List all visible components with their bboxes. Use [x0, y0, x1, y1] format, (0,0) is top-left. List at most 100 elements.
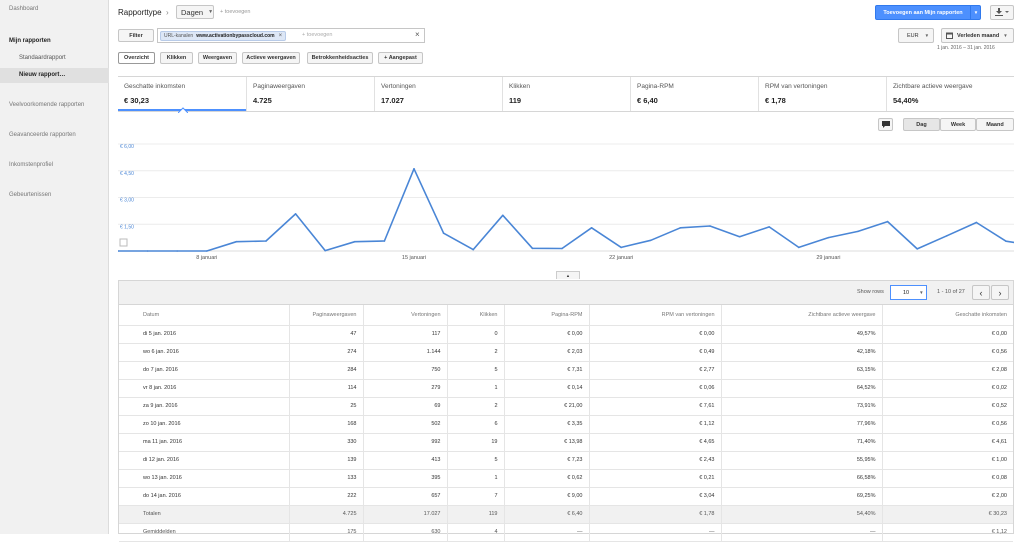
filter-button[interactable]: Filter	[118, 29, 154, 42]
data-point[interactable]	[206, 250, 208, 252]
tab-active-views[interactable]: Actieve weergaven	[242, 52, 300, 64]
metric-page-rpm[interactable]: Pagina-RPM € 6,40	[630, 77, 758, 111]
annotation-button[interactable]	[878, 118, 893, 131]
table-cell: 6	[446, 415, 504, 434]
sidebar-item-advanced-reports[interactable]: Geavanceerde rapporten	[9, 132, 76, 138]
annotation-marker-icon[interactable]	[119, 238, 128, 247]
data-point[interactable]	[827, 236, 830, 239]
data-point[interactable]	[857, 230, 859, 233]
metric-selected-caret-icon	[178, 107, 188, 113]
data-point[interactable]	[738, 235, 741, 238]
table-cell: ma 11 jan. 2016	[119, 433, 289, 452]
column-header[interactable]: Zichtbare actieve weergave	[720, 305, 882, 326]
data-point[interactable]	[176, 250, 178, 252]
tab-custom[interactable]: + Aangepast	[378, 52, 423, 64]
column-header[interactable]: Pagina-RPM	[503, 305, 589, 326]
data-point[interactable]	[561, 247, 563, 250]
column-header[interactable]: Datum	[119, 305, 289, 326]
table-cell: 73,91%	[720, 397, 882, 416]
filter-chip[interactable]: URL-kanalen www.activationbypasscloud.co…	[160, 31, 287, 41]
column-header[interactable]: Paginaweergaven	[288, 305, 363, 326]
sidebar-item-income-profile[interactable]: Inkomstenprofiel	[9, 162, 53, 168]
column-header[interactable]: Geschatte inkomsten	[881, 305, 1013, 326]
data-point[interactable]	[946, 235, 948, 237]
table-cell: € 7,23	[503, 451, 589, 470]
sidebar-item-standard-report[interactable]: Standaardrapport	[19, 55, 66, 61]
data-point[interactable]	[768, 226, 770, 228]
tab-views[interactable]: Weergaven	[198, 52, 237, 64]
next-page-icon[interactable]: ›	[991, 285, 1009, 300]
tab-overview[interactable]: Overzicht	[118, 52, 155, 64]
metric-active-view-viewable[interactable]: Zichtbare actieve weergave 54,40%	[886, 77, 1014, 111]
data-point[interactable]	[324, 249, 326, 252]
metric-clicks[interactable]: Klikken 119	[502, 77, 630, 111]
metric-impression-rpm[interactable]: RPM van vertoningen € 1,78	[758, 77, 886, 111]
metric-page-views[interactable]: Paginaweergaven 4.725	[246, 77, 374, 111]
table-cell: 274	[288, 343, 363, 362]
data-point[interactable]	[235, 240, 238, 243]
tab-clicks[interactable]: Klikken	[160, 52, 193, 64]
dimension-dropdown[interactable]: Dagen ▼	[176, 5, 214, 19]
column-header[interactable]: Klikken	[446, 305, 504, 326]
sidebar-item-new-report[interactable]: Nieuw rapport…	[19, 72, 65, 78]
data-point[interactable]	[383, 240, 386, 242]
filter-add-placeholder[interactable]: + toevoegen	[302, 32, 332, 38]
currency-dropdown[interactable]: EUR ▼	[898, 28, 934, 43]
granularity-month-button[interactable]: Maand	[976, 118, 1014, 131]
data-point[interactable]	[1005, 240, 1007, 242]
granularity-day-button[interactable]: Dag	[903, 118, 940, 131]
granularity-week-button[interactable]: Week	[940, 118, 976, 131]
download-button[interactable]	[990, 5, 1014, 20]
download-icon	[995, 8, 1009, 16]
data-point[interactable]	[413, 167, 415, 170]
data-point[interactable]	[679, 227, 682, 229]
show-rows-label: Show rows	[857, 289, 884, 295]
tab-engagement-actions[interactable]: Betrokkenheidsacties	[307, 52, 373, 64]
add-to-reports-button[interactable]: Toevoegen aan Mijn rapporten	[876, 6, 970, 19]
data-point[interactable]	[531, 247, 534, 250]
data-point[interactable]	[975, 221, 978, 224]
data-point[interactable]	[146, 250, 149, 252]
data-point[interactable]	[709, 225, 711, 227]
data-point[interactable]	[354, 240, 356, 243]
data-point[interactable]	[294, 213, 297, 215]
data-point[interactable]	[620, 246, 622, 249]
table-cell: € 7,31	[503, 361, 589, 380]
data-point[interactable]	[442, 232, 445, 234]
filter-input-box[interactable]: URL-kanalen www.activationbypasscloud.co…	[157, 28, 425, 43]
chip-close-icon[interactable]: ×	[279, 33, 283, 39]
metric-value: € 1,78	[765, 96, 786, 105]
add-to-reports-menu-icon[interactable]: ▼	[970, 6, 981, 19]
data-point[interactable]	[472, 248, 475, 251]
metric-value: € 30,23	[124, 96, 150, 105]
sidebar-item-dashboard[interactable]: Dashboard	[9, 6, 38, 12]
data-point[interactable]	[650, 239, 652, 242]
table-cell: € 3,35	[503, 415, 589, 434]
sidebar-item-my-reports[interactable]: Mijn rapporten	[9, 38, 51, 44]
metric-impressions[interactable]: Vertoningen 17.027	[374, 77, 502, 111]
pagination-info: 1 - 10 of 27	[937, 289, 965, 295]
date-range-dropdown[interactable]: Verleden maand ▼	[941, 28, 1014, 43]
metric-label: Zichtbare actieve weergave	[893, 83, 973, 90]
data-point[interactable]	[590, 227, 593, 229]
sidebar-item-events[interactable]: Gebeurtenissen	[9, 192, 51, 198]
column-header[interactable]: RPM van vertoningen	[588, 305, 721, 326]
data-point[interactable]	[916, 248, 918, 250]
table-cell: 114	[288, 379, 363, 398]
chevron-down-icon: ▼	[1003, 33, 1008, 38]
data-point[interactable]	[502, 214, 504, 217]
prev-page-icon[interactable]: ‹	[972, 285, 990, 300]
data-point[interactable]	[265, 240, 267, 242]
data-point[interactable]	[886, 220, 889, 223]
metric-estimated-income[interactable]: Geschatte inkomsten € 30,23	[118, 77, 246, 111]
data-point[interactable]	[798, 246, 800, 249]
clear-filter-icon[interactable]: ×	[415, 30, 420, 39]
collapse-chart-handle[interactable]: ▲	[556, 271, 580, 279]
add-dimension-link[interactable]: + toevoegen	[220, 9, 250, 15]
income-line-chart: € 6,00 € 4,50 € 3,00 € 1,50 8 januari 15 janu…	[118, 143, 1014, 261]
rows-per-page-select[interactable]: 10 ▼	[890, 285, 927, 300]
column-header[interactable]: Vertoningen	[362, 305, 447, 326]
table-cell: wo 13 jan. 2016	[119, 469, 289, 488]
sidebar-item-common-reports[interactable]: Veelvoorkomende rapporten	[9, 102, 84, 108]
table-cell: 395	[362, 469, 447, 488]
